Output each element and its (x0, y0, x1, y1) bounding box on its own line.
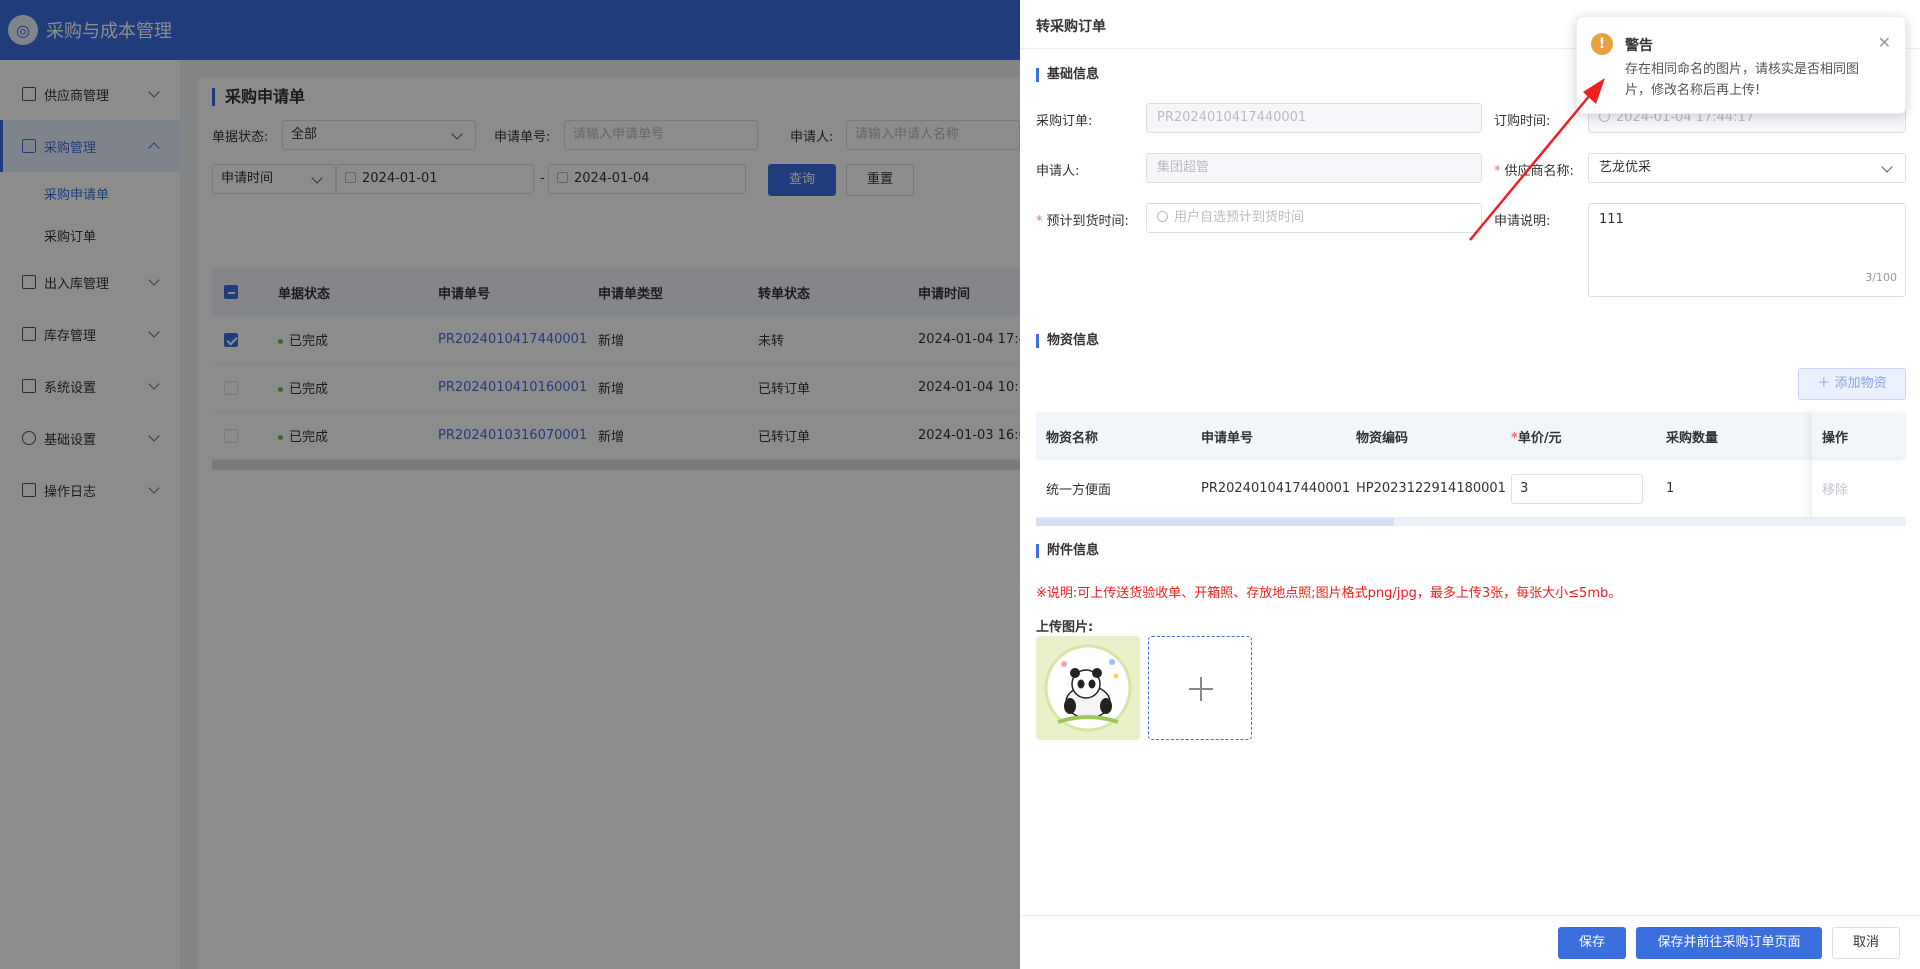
convert-order-drawer: 转采购订单 基础信息 采购订单: PR2024010417440001 订购时间… (1020, 0, 1920, 969)
col-unit-price: *单价/元 (1501, 427, 1656, 446)
supplier-label-text: 供应商名称: (1504, 164, 1574, 179)
upload-add-button[interactable] (1148, 636, 1252, 740)
table-row: 统一方便面 PR2024010417440001 HP2023122914180… (1036, 460, 1906, 518)
materials-table: 物资名称 申请单号 物资编码 *单价/元 采购数量 操作 统一方便面 PR202… (1036, 412, 1906, 518)
clock-icon (1157, 211, 1168, 222)
applicant-label: 申请人: (1036, 164, 1080, 179)
required-mark: * (1494, 164, 1501, 179)
desc-value: 111 (1599, 212, 1624, 227)
basic-section-title: 基础信息 (1036, 68, 1099, 82)
materials-scrollbar[interactable] (1036, 518, 1906, 526)
col-unit-price-text: 单价/元 (1517, 430, 1562, 446)
plus-icon (1200, 677, 1202, 701)
eta-input[interactable]: 用户自选预计到货时间 (1146, 203, 1482, 233)
uploaded-image-thumbnail[interactable] (1036, 636, 1140, 740)
desc-textarea[interactable]: 111 3/100 (1588, 203, 1906, 297)
material-qty: 1 (1666, 481, 1675, 496)
eta-label-text: 预计到货时间: (1046, 214, 1129, 229)
desc-label: 申请说明: (1494, 214, 1551, 229)
attachments-section-title: 附件信息 (1036, 544, 1099, 558)
desc-counter: 3/100 (1865, 271, 1897, 284)
cancel-button[interactable]: 取消 (1832, 927, 1900, 959)
supplier-label: * 供应商名称: (1494, 160, 1574, 179)
eta-placeholder: 用户自选预计到货时间 (1174, 210, 1305, 225)
plus-icon: ＋ (1817, 376, 1835, 391)
warning-toast: ! 警告 存在相同命名的图片，请核实是否相同图片，修改名称后再上传! ✕ (1576, 16, 1906, 114)
supplier-value: 艺龙优采 (1599, 160, 1652, 175)
po-input: PR2024010417440001 (1146, 103, 1482, 133)
materials-section-title: 物资信息 (1036, 334, 1099, 348)
supplier-select[interactable]: 艺龙优采 (1588, 153, 1906, 183)
eta-label: * 预计到货时间: (1036, 210, 1129, 229)
warning-icon: ! (1591, 33, 1613, 55)
close-icon[interactable]: ✕ (1878, 33, 1891, 52)
add-material-button[interactable]: ＋ 添加物资 (1798, 368, 1906, 400)
col-material-name: 物资名称 (1046, 430, 1099, 446)
add-material-label: 添加物资 (1834, 376, 1887, 391)
order-time-label: 订购时间: (1494, 114, 1551, 129)
applicant-input: 集团超管 (1146, 153, 1482, 183)
remove-link[interactable]: 移除 (1811, 460, 1906, 517)
col-action: 操作 (1811, 412, 1906, 460)
panda-image (1036, 636, 1140, 740)
materials-header: 物资名称 申请单号 物资编码 *单价/元 采购数量 操作 (1036, 412, 1906, 460)
save-and-go-button[interactable]: 保存并前往采购订单页面 (1636, 927, 1822, 959)
po-label: 采购订单: (1036, 114, 1093, 129)
col-qty: 采购数量 (1666, 430, 1719, 446)
col-req-no: 申请单号 (1201, 430, 1254, 446)
save-button[interactable]: 保存 (1558, 927, 1626, 959)
required-mark: * (1511, 430, 1518, 446)
material-req-no: PR2024010417440001 (1201, 481, 1351, 496)
unit-price-input[interactable]: 3 (1511, 473, 1643, 504)
upload-label: 上传图片: (1036, 620, 1094, 635)
required-mark: * (1036, 214, 1043, 229)
toast-message: 存在相同命名的图片，请核实是否相同图片，修改名称后再上传! (1625, 62, 1860, 98)
material-code: HP2023122914180001 (1356, 481, 1506, 496)
drawer-title: 转采购订单 (1036, 19, 1106, 35)
material-name: 统一方便面 (1046, 483, 1112, 498)
chevron-down-icon (1881, 161, 1893, 173)
footer-divider (1020, 915, 1920, 916)
toast-title: 警告 (1625, 38, 1653, 54)
col-material-code: 物资编码 (1356, 430, 1409, 446)
upload-note: ※说明:可上传送货验收单、开箱照、存放地点照;图片格式png/jpg，最多上传3… (1036, 586, 1622, 601)
scrollbar-thumb[interactable] (1036, 518, 1394, 526)
